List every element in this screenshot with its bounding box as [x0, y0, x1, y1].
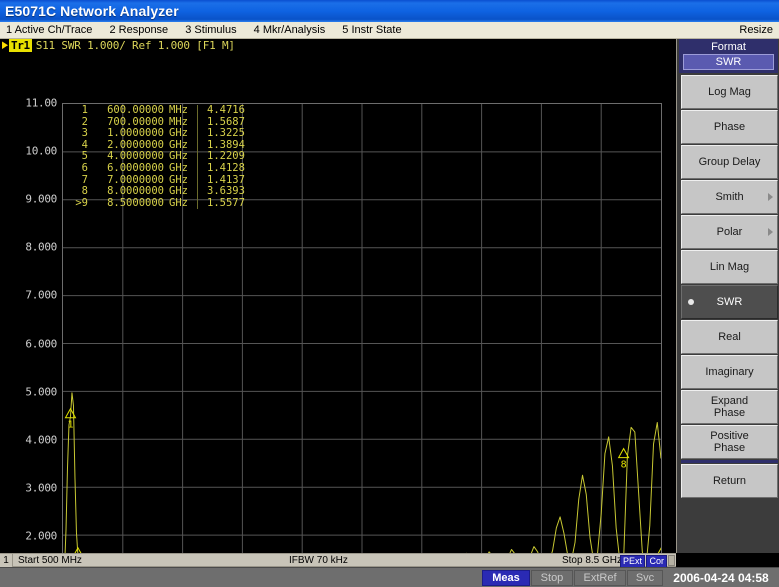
marker-unit: GHz — [169, 161, 188, 174]
marker-row[interactable]: 6 6.0000000 GHz 1.4128 — [66, 161, 249, 175]
softkey-label: Group Delay — [698, 156, 761, 168]
softkey-group-delay[interactable]: Group Delay — [681, 145, 778, 179]
softkey-label: Return — [712, 475, 747, 487]
marker-row[interactable]: 1 600.00000 MHz 4.4716 — [66, 104, 249, 117]
softkey-label: Polar — [716, 226, 743, 238]
softkey-divider — [681, 460, 778, 463]
menu-item-instr-state[interactable]: 5 Instr State — [336, 22, 409, 38]
softkey-smith[interactable]: Smith — [681, 180, 778, 214]
softkey-label: Log Mag — [708, 86, 751, 98]
trace-format-text: S11 SWR 1.000/ Ref 1.000 [F1 M] — [35, 39, 235, 52]
marker-value: 1.5577 — [197, 197, 249, 210]
softkey-panel: Format SWR Log Mag Phase Group Delay Smith P… — [676, 39, 779, 553]
marker-unit: GHz — [169, 196, 188, 209]
trace-tag[interactable]: Tr1 — [9, 39, 32, 52]
chevron-right-icon — [768, 228, 773, 236]
status-bar: Meas Stop ExtRef Svc 2006-04-24 04:58 — [0, 567, 779, 587]
status-svc[interactable]: Svc — [627, 570, 663, 586]
graph-region: ▶ Tr1 S11 SWR 1.000/ Ref 1.000 [F1 M] 11.0… — [0, 39, 676, 553]
marker-frequency: 8.5000000 — [107, 196, 164, 209]
y-axis-labels: 11.00 10.00 9.000 8.000 7.000 6.000 5.000 4.000… — [0, 52, 62, 553]
softkey-panel-title: Format SWR — [679, 39, 778, 73]
start-frequency[interactable]: Start 500 MHz — [13, 554, 82, 567]
plot-marker-label-1: 1 — [67, 420, 73, 431]
softkey-phase[interactable]: Phase — [681, 110, 778, 144]
softkey-label: Imaginary — [705, 366, 754, 378]
marker-overlay: 123456789 — [64, 407, 661, 553]
ifbw-value[interactable]: IFBW 70 kHz — [289, 554, 348, 567]
marker-frequency: 600.00000 — [107, 104, 164, 116]
chevron-right-icon — [768, 193, 773, 201]
network-analyzer-window: E5071C Network Analyzer 1 Active Ch/Trac… — [0, 0, 779, 587]
softkey-label: SWR — [716, 296, 743, 308]
marker-frequency: 6.0000000 — [107, 161, 164, 174]
status-datetime: 2006-04-24 04:58 — [664, 570, 778, 586]
stop-frequency[interactable]: Stop 8.5 GHz — [562, 554, 622, 567]
softkey-return[interactable]: Return — [681, 464, 778, 498]
softkey-title-label: Format — [711, 41, 746, 53]
resize-button[interactable]: Resize — [739, 22, 773, 38]
y-axis-tick-5.000: 5.000 — [25, 385, 57, 399]
marker-readout-table[interactable]: 1 600.00000 MHz 4.4716 2 700.00000 MHz 1.5687 3 1… — [66, 104, 249, 210]
softkey-polar[interactable]: Polar — [681, 215, 778, 249]
marker-index: >9 — [75, 196, 88, 209]
y-axis-tick-6.000: 6.000 — [25, 337, 57, 350]
menu-item-active-ch-trace[interactable]: 1 Active Ch/Trace — [0, 22, 100, 38]
softkey-label: Smith — [715, 191, 744, 203]
marker-value: 3.6393 — [197, 186, 249, 198]
y-axis-tick-11.00: 11.00 — [25, 96, 57, 110]
marker-index: 1 — [81, 104, 88, 116]
softkey-label: Positive Phase — [710, 429, 749, 455]
softkey-title-value: SWR — [683, 54, 774, 70]
marker-index: 6 — [81, 161, 88, 174]
window-title: E5071C Network Analyzer — [5, 3, 179, 19]
softkey-label: Lin Mag — [709, 261, 750, 273]
status-extref[interactable]: ExtRef — [574, 570, 626, 586]
marker-value: 4.4716 — [197, 104, 249, 117]
marker-row[interactable]: 8 8.0000000 GHz 3.6393 — [66, 186, 249, 198]
softkey-swr[interactable]: SWR — [681, 285, 778, 319]
marker-frequency: 8.0000000 — [107, 185, 164, 198]
softkey-imaginary[interactable]: Imaginary — [681, 355, 778, 389]
softkey-label: Phase — [713, 121, 746, 133]
status-meas[interactable]: Meas — [482, 570, 530, 586]
radio-selected-icon — [688, 299, 694, 305]
marker-unit: MHz — [169, 104, 188, 116]
softkey-label: Expand Phase — [710, 394, 749, 420]
plot-marker-label-8: 8 — [621, 460, 627, 471]
channel-status-bar: 1 Start 500 MHz IFBW 70 kHz Stop 8.5 GHz … — [0, 553, 676, 568]
channel-number: 1 — [0, 554, 13, 567]
y-axis-tick-4.000: 4.000 — [25, 433, 57, 447]
softkey-lin-mag[interactable]: Lin Mag — [681, 250, 778, 284]
marker-value: 1.4128 — [197, 162, 249, 175]
window-title-bar: E5071C Network Analyzer — [0, 0, 779, 22]
softkey-expand-phase[interactable]: Expand Phase — [681, 390, 778, 424]
badge-extra[interactable] — [668, 555, 675, 566]
marker-unit: GHz — [169, 185, 188, 198]
y-axis-tick-9.000: 9.000 — [25, 192, 57, 206]
y-axis-tick-2.000: 2.000 — [25, 529, 57, 543]
y-axis-tick-3.000: 3.000 — [25, 481, 57, 495]
y-axis-tick-8.000: 8.000 — [25, 240, 57, 254]
trace-status-line[interactable]: ▶ Tr1 S11 SWR 1.000/ Ref 1.000 [F1 M] — [0, 39, 676, 52]
y-axis-tick-7.000: 7.000 — [25, 288, 57, 302]
menu-item-mkr-analysis[interactable]: 4 Mkr/Analysis — [248, 22, 334, 38]
marker-row[interactable]: >9 8.5000000 GHz 1.5577 — [66, 196, 249, 210]
y-axis-tick-10.00: 10.00 — [25, 144, 57, 158]
menu-item-stimulus[interactable]: 3 Stimulus — [179, 22, 244, 38]
menu-bar: 1 Active Ch/Trace 2 Response 3 Stimulus … — [0, 22, 779, 39]
menu-item-response[interactable]: 2 Response — [103, 22, 176, 38]
softkey-label: Real — [718, 331, 741, 343]
marker-index: 8 — [81, 185, 88, 198]
softkey-real[interactable]: Real — [681, 320, 778, 354]
softkey-positive-phase[interactable]: Positive Phase — [681, 425, 778, 459]
status-stop[interactable]: Stop — [531, 570, 573, 586]
softkey-log-mag[interactable]: Log Mag — [681, 75, 778, 109]
